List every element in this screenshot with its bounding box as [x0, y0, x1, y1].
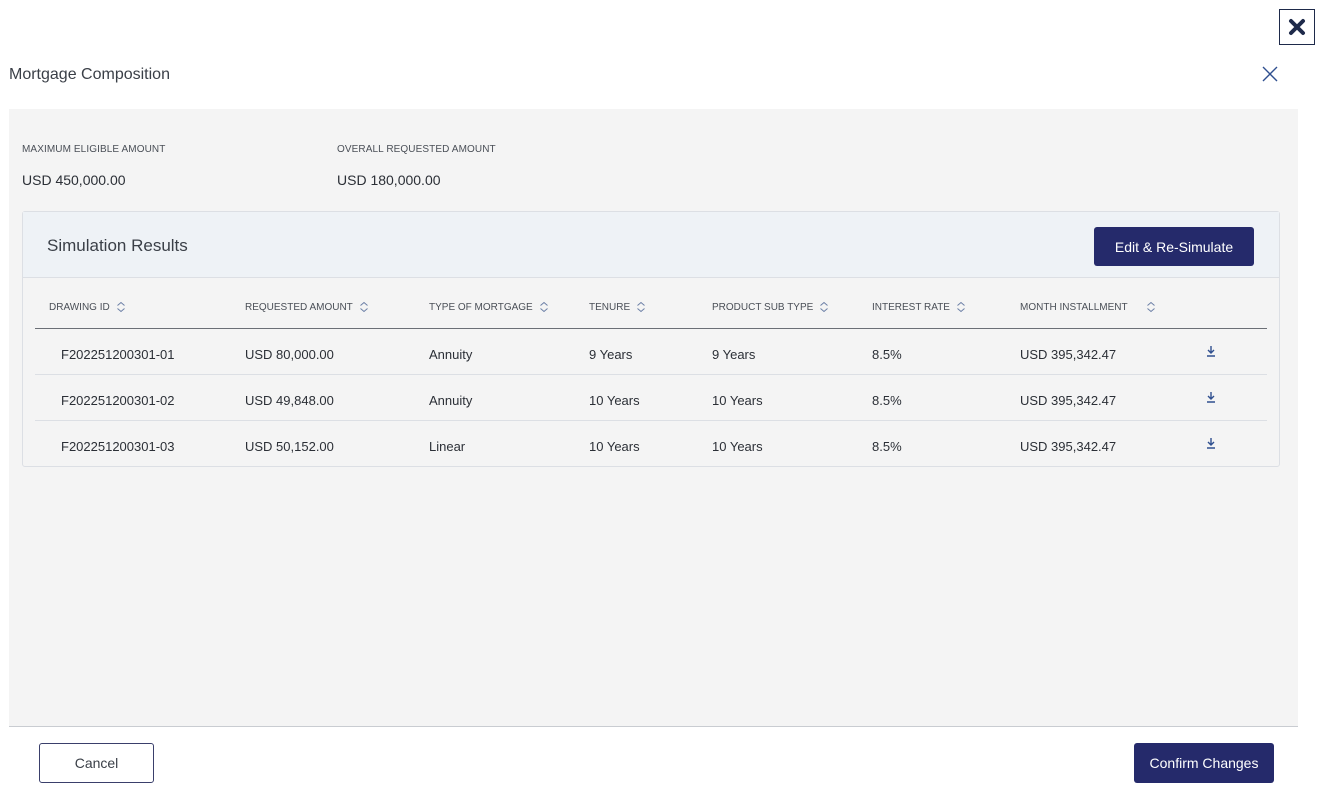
column-header-label: MONTH INSTALLMENT	[1020, 301, 1128, 313]
column-header-label: INTEREST RATE	[872, 301, 950, 313]
column-header-label: DRAWING ID	[49, 301, 110, 313]
download-icon	[1207, 346, 1215, 357]
download-button[interactable]	[1204, 435, 1218, 451]
column-header-type-of-mortgage[interactable]: TYPE OF MORTGAGE	[429, 301, 549, 313]
sort-icon	[116, 301, 125, 313]
cell-product-sub-type: 9 Years	[712, 347, 756, 362]
results-header: Simulation Results Edit & Re-Simulate	[23, 212, 1279, 278]
footer-divider	[9, 726, 1298, 727]
confirm-changes-button[interactable]: Confirm Changes	[1134, 743, 1274, 783]
overall-requested-label: OVERALL REQUESTED AMOUNT	[337, 144, 496, 155]
cell-product-sub-type: 10 Years	[712, 393, 763, 408]
download-button[interactable]	[1204, 343, 1218, 359]
column-header-requested-amount[interactable]: REQUESTED AMOUNT	[245, 301, 369, 313]
cell-drawing-id: F202251200301-03	[61, 439, 175, 454]
table-row: F202251200301-01 USD 80,000.00 Annuity 9…	[35, 329, 1267, 375]
table-header: DRAWING ID REQUESTED AMOUNT TYPE OF MORT…	[35, 279, 1267, 329]
cell-requested-amount: USD 49,848.00	[245, 393, 334, 408]
modal-close-button[interactable]	[1258, 62, 1282, 86]
cell-drawing-id: F202251200301-01	[61, 347, 175, 362]
column-header-drawing-id[interactable]: DRAWING ID	[49, 301, 126, 313]
cell-month-installment: USD 395,342.47	[1020, 439, 1117, 454]
column-header-month-installment[interactable]: MONTH INSTALLMENT	[1020, 301, 1156, 313]
download-icon	[1207, 438, 1215, 449]
cell-month-installment: USD 395,342.47	[1020, 393, 1117, 408]
cell-type-of-mortgage: Annuity	[429, 393, 473, 408]
sort-icon	[539, 301, 548, 313]
sort-icon	[637, 301, 645, 313]
sort-icon	[359, 301, 368, 313]
cell-interest-rate: 8.5%	[872, 439, 902, 454]
cell-type-of-mortgage: Annuity	[429, 347, 473, 362]
sort-icon	[957, 301, 965, 313]
column-header-interest-rate[interactable]: INTEREST RATE	[872, 301, 966, 313]
column-header-label: REQUESTED AMOUNT	[245, 301, 353, 313]
download-button[interactable]	[1204, 389, 1218, 405]
table-row: F202251200301-02 USD 49,848.00 Annuity 1…	[35, 375, 1267, 421]
column-header-label: PRODUCT SUB TYPE	[712, 301, 814, 313]
column-header-label: TYPE OF MORTGAGE	[429, 301, 533, 313]
cell-tenure: 10 Years	[589, 439, 640, 454]
modal-title: Mortgage Composition	[9, 66, 170, 83]
cancel-button[interactable]: Cancel	[39, 743, 154, 783]
cell-tenure: 10 Years	[589, 393, 640, 408]
column-header-label: TENURE	[589, 301, 631, 313]
edit-resimulate-button[interactable]: Edit & Re-Simulate	[1094, 227, 1254, 266]
table-row: F202251200301-03 USD 50,152.00 Linear 10…	[35, 421, 1267, 467]
max-eligible-label: MAXIMUM ELIGIBLE AMOUNT	[22, 144, 166, 155]
cell-type-of-mortgage: Linear	[429, 439, 466, 454]
cell-month-installment: USD 395,342.47	[1020, 347, 1117, 362]
cell-drawing-id: F202251200301-02	[61, 393, 175, 408]
simulation-results-card: Simulation Results Edit & Re-Simulate DR…	[22, 211, 1280, 467]
cell-interest-rate: 8.5%	[872, 393, 902, 408]
column-header-product-sub-type[interactable]: PRODUCT SUB TYPE	[712, 301, 829, 313]
results-table: DRAWING ID REQUESTED AMOUNT TYPE OF MORT…	[35, 279, 1267, 467]
sort-icon	[1146, 301, 1155, 313]
download-icon	[1207, 392, 1215, 403]
modal-body: MAXIMUM ELIGIBLE AMOUNT USD 450,000.00 O…	[9, 109, 1298, 726]
cell-tenure: 9 Years	[589, 347, 633, 362]
cell-interest-rate: 8.5%	[872, 347, 902, 362]
cell-requested-amount: USD 50,152.00	[245, 439, 334, 454]
sort-icon	[820, 301, 829, 313]
top-close-button[interactable]	[1279, 9, 1315, 45]
close-x-bold-icon	[1289, 19, 1305, 35]
max-eligible-value: USD 450,000.00	[22, 172, 126, 188]
cell-product-sub-type: 10 Years	[712, 439, 763, 454]
close-icon	[1262, 66, 1278, 82]
overall-requested-value: USD 180,000.00	[337, 172, 441, 188]
column-header-tenure[interactable]: TENURE	[589, 301, 646, 313]
results-title: Simulation Results	[47, 236, 188, 255]
cell-requested-amount: USD 80,000.00	[245, 347, 334, 362]
